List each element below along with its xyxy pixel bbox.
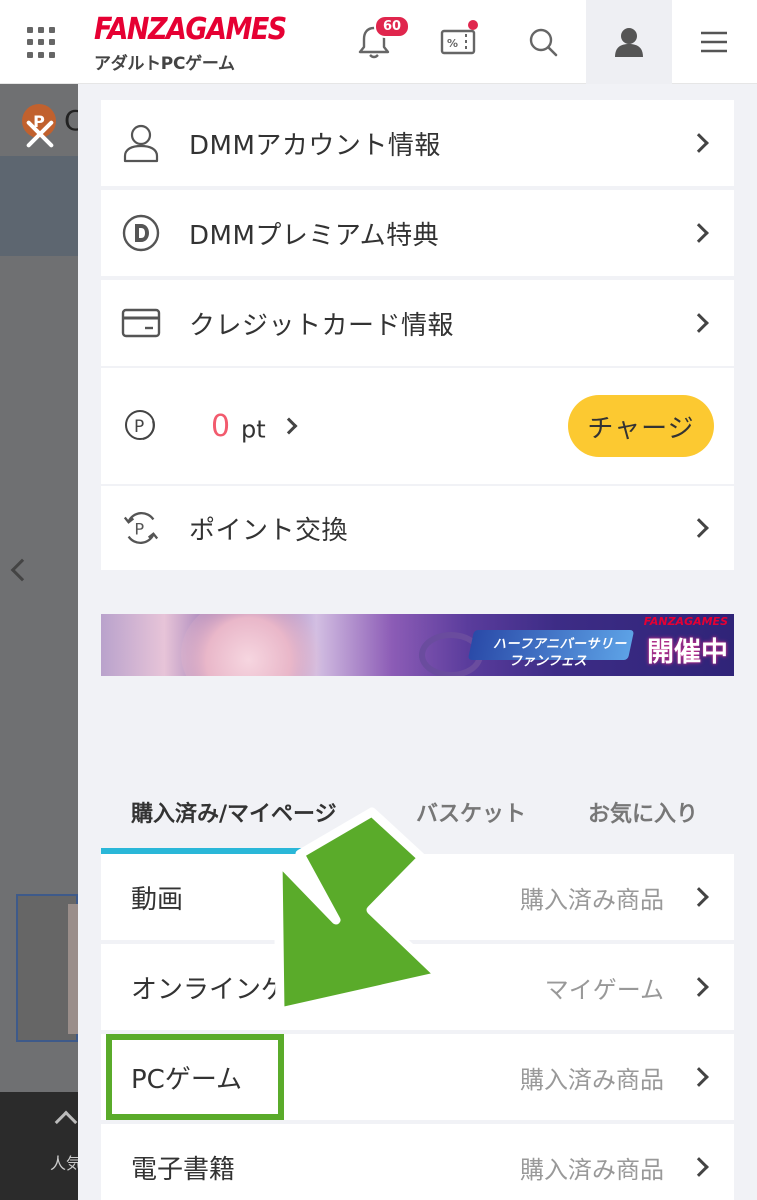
apps-grid-icon[interactable] [27,27,59,59]
menu-item-point-exchange[interactable]: P ポイント交換 [101,486,734,570]
background-banner [0,156,78,256]
anniversary-event-banner[interactable]: ハーフアニバーサリー ファンフェス FANZAGAMES 開催中 [101,614,734,676]
pc-game-highlight-box [106,1034,284,1120]
points-balance-row[interactable]: P 0 pt チャージ [101,368,734,484]
list-item-sublabel: 購入済み商品 [520,1155,664,1184]
points-card: P 0 pt チャージ P ポイント交換 [101,368,734,570]
person-icon [121,123,161,163]
hamburger-menu-button[interactable] [686,0,742,84]
menu-item-dmm-account[interactable]: DMMアカウント情報 [101,100,734,186]
user-icon [615,28,643,57]
menu-item-credit-card[interactable]: クレジットカード情報 [101,280,734,366]
list-item-sublabel: 購入済み商品 [520,885,664,914]
account-menu-button[interactable] [586,0,672,84]
chevron-right-icon [689,133,709,153]
points-value: 0 [211,408,231,444]
background-bottom-label: 人気 [50,1154,78,1173]
chevron-right-icon [689,223,709,243]
menu-item-label: クレジットカード情報 [189,310,455,341]
list-item-sublabel: マイゲーム [544,975,664,1004]
banner-event-status: 開催中 [647,637,728,668]
coupon-button[interactable]: % [430,0,486,84]
background-partial-text: C [64,104,78,137]
svg-text:P: P [134,417,144,437]
background-overlay[interactable]: P C 人気 [0,84,78,1200]
menu-item-dmm-premium[interactable]: DMMプレミアム特典 [101,190,734,276]
banner-ribbon-line2: ファンフェス [509,654,587,669]
list-item-sublabel: 購入済み商品 [520,1065,664,1094]
point-coin-icon: P [121,406,161,446]
logo-wordmark: FANZAGAMES [94,12,287,47]
list-item-label: 動画 [131,884,184,915]
top-header: FANZAGAMES アダルトPCゲーム 60 % [0,0,757,84]
notification-count-badge: 60 [374,15,411,38]
point-exchange-icon: P [121,508,161,548]
background-thumbnail-image [68,904,78,1034]
account-drawer: DMMアカウント情報 DMMプレミアム特典 クレジットカード情報 P 0 pt … [78,84,757,1200]
notification-button[interactable] [346,0,402,84]
menu-item-label: DMMプレミアム特典 [189,220,440,251]
menu-item-label: ポイント交換 [189,515,349,546]
dmm-premium-icon [121,213,161,253]
chevron-right-icon [689,887,709,907]
svg-text:%: % [447,37,458,50]
coupon-icon: % [440,29,476,55]
points-unit: pt [241,415,266,444]
background-bottom-bar [0,1092,78,1200]
annotation-arrow-icon [273,807,445,1017]
account-settings-list: DMMアカウント情報 DMMプレミアム特典 クレジットカード情報 [101,100,734,366]
search-icon [529,28,558,57]
banner-logo: FANZAGAMES [643,615,728,628]
credit-card-icon [121,303,161,343]
site-logo[interactable]: FANZAGAMES アダルトPCゲーム [94,12,287,74]
banner-character-art [181,614,331,676]
charge-button[interactable]: チャージ [568,395,714,457]
coupon-alert-dot [468,20,478,30]
search-button[interactable] [515,0,571,84]
chevron-right-icon [689,1157,709,1177]
chevron-left-icon [10,558,34,582]
chevron-right-icon [689,313,709,333]
menu-item-label: DMMアカウント情報 [189,130,441,161]
chevron-right-icon [689,977,709,997]
tab-favorites[interactable]: お気に入り [588,796,698,828]
chevron-right-icon [689,1067,709,1087]
list-item-ebooks[interactable]: 電子書籍 購入済み商品 [101,1124,734,1200]
svg-text:P: P [134,520,144,539]
chevron-right-icon [689,518,709,538]
logo-subtitle: アダルトPCゲーム [94,54,235,74]
close-drawer-icon[interactable] [24,118,56,150]
chevron-right-icon [280,417,298,435]
list-item-label: 電子書籍 [131,1154,236,1185]
hamburger-icon [701,31,727,53]
